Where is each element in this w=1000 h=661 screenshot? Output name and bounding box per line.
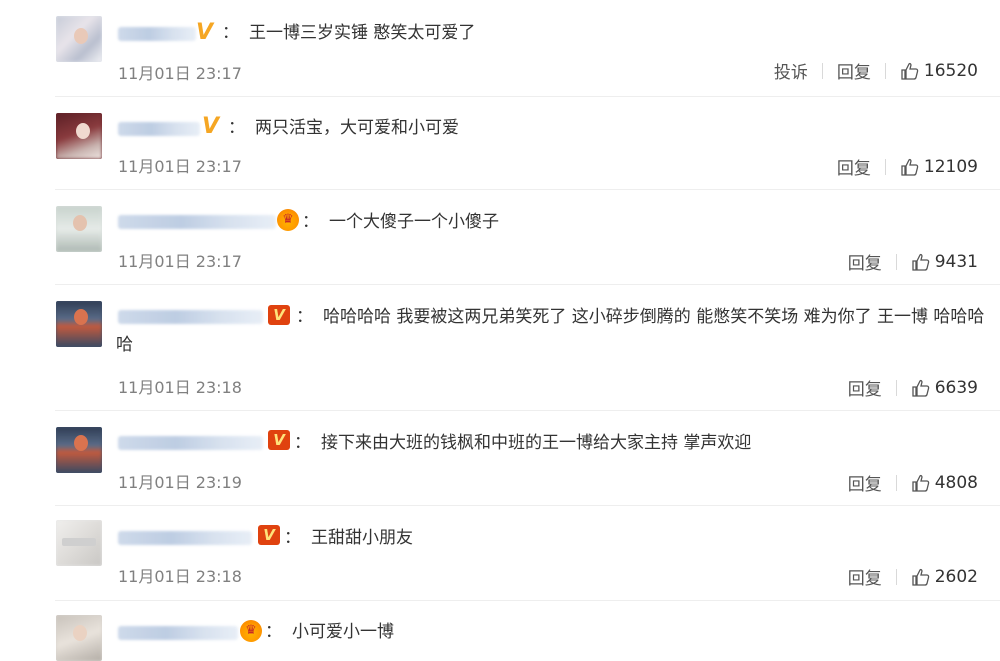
comment-divider (55, 96, 1000, 97)
thumbs-up-icon (912, 253, 929, 271)
comment-time: 11月01日 23:17 (118, 64, 242, 83)
comment-text: ：哈哈哈哈 我要被这两兄弟笑死了 这小碎步倒腾的 能憋笑不笑场 难为你了 王一博… (116, 307, 985, 355)
like-count: 16520 (923, 60, 978, 81)
v-verified-icon: V (202, 114, 220, 139)
thumbs-up-icon (912, 379, 929, 397)
like-count: 4808 (934, 472, 978, 493)
action-divider (884, 62, 886, 79)
reply-link[interactable]: 回复 (837, 58, 871, 83)
action-divider (821, 62, 823, 79)
thumbs-up-icon (912, 568, 929, 586)
comment-time: 11月01日 23:17 (118, 157, 242, 176)
like-button[interactable]: 16520 (900, 61, 978, 81)
v-verified-icon: V (196, 20, 214, 45)
comment-text: ：小可爱小一博 (265, 622, 394, 642)
reply-link[interactable]: 回复 (848, 564, 882, 589)
vip-icon: V (258, 525, 280, 545)
comment-divider (55, 410, 1000, 411)
comment-actions: 回复 12109 (837, 154, 978, 180)
like-count: 6639 (934, 377, 978, 398)
username[interactable] (118, 531, 252, 545)
comment-actions: 回复 2602 (848, 564, 978, 590)
like-button[interactable]: 9431 (911, 252, 978, 272)
comment-divider (55, 505, 1000, 506)
comment-list: V ：王一博三岁实锤 憨笑太可爱了 11月01日 23:17 投诉 回复 165… (0, 0, 1000, 661)
comment-text: ：一个大傻子一个小傻子 (302, 212, 499, 232)
thumbs-up-icon (901, 62, 919, 80)
thumbs-up-icon (912, 474, 929, 492)
avatar[interactable] (56, 520, 102, 566)
comment-text: ：两只活宝，大可爱和小可爱 (228, 118, 459, 138)
comment-text: ：王甜甜小朋友 (284, 528, 413, 548)
like-button[interactable]: 4808 (911, 473, 978, 493)
avatar[interactable] (56, 301, 102, 347)
reply-link[interactable]: 回复 (848, 470, 882, 495)
like-button[interactable]: 12109 (900, 157, 978, 177)
comment-divider (55, 284, 1000, 285)
comment-actions: 回复 4808 (848, 470, 978, 496)
vip-icon: V (268, 430, 290, 450)
comment-divider (55, 600, 1000, 601)
crown-icon: ♛ (277, 209, 299, 231)
action-divider (884, 158, 886, 175)
username[interactable] (118, 27, 196, 41)
like-count: 2602 (934, 566, 978, 587)
comment-time: 11月01日 23:18 (118, 378, 242, 397)
like-button[interactable]: 6639 (911, 378, 978, 398)
action-divider (895, 379, 897, 396)
reply-link[interactable]: 回复 (837, 154, 871, 179)
reply-link[interactable]: 回复 (848, 375, 882, 400)
action-divider (895, 568, 897, 585)
username[interactable] (118, 122, 200, 136)
avatar[interactable] (56, 615, 102, 661)
action-divider (895, 253, 897, 270)
report-link[interactable]: 投诉 (774, 58, 808, 83)
comment-actions: 投诉 回复 16520 (774, 58, 978, 84)
reply-link[interactable]: 回复 (848, 249, 882, 274)
like-button[interactable]: 2602 (911, 567, 978, 587)
username[interactable] (118, 215, 276, 229)
avatar[interactable] (56, 16, 102, 62)
comment-text: ：接下来由大班的钱枫和中班的王一博给大家主持 掌声欢迎 (294, 433, 752, 453)
username[interactable] (118, 436, 263, 450)
like-count: 9431 (934, 251, 978, 272)
avatar[interactable] (56, 113, 102, 159)
comment-actions: 回复 6639 (848, 375, 978, 401)
like-count: 12109 (923, 156, 978, 177)
thumbs-up-icon (901, 158, 919, 176)
crown-icon: ♛ (240, 620, 262, 642)
comment-text: ：王一博三岁实锤 憨笑太可爱了 (222, 23, 476, 43)
comment-time: 11月01日 23:19 (118, 473, 242, 492)
username[interactable] (118, 626, 238, 640)
comment-actions: 回复 9431 (848, 249, 978, 275)
action-divider (895, 474, 897, 491)
avatar[interactable] (56, 206, 102, 252)
comment-time: 11月01日 23:17 (118, 252, 242, 271)
avatar[interactable] (56, 427, 102, 473)
comment-divider (55, 189, 1000, 190)
comment-time: 11月01日 23:18 (118, 567, 242, 586)
